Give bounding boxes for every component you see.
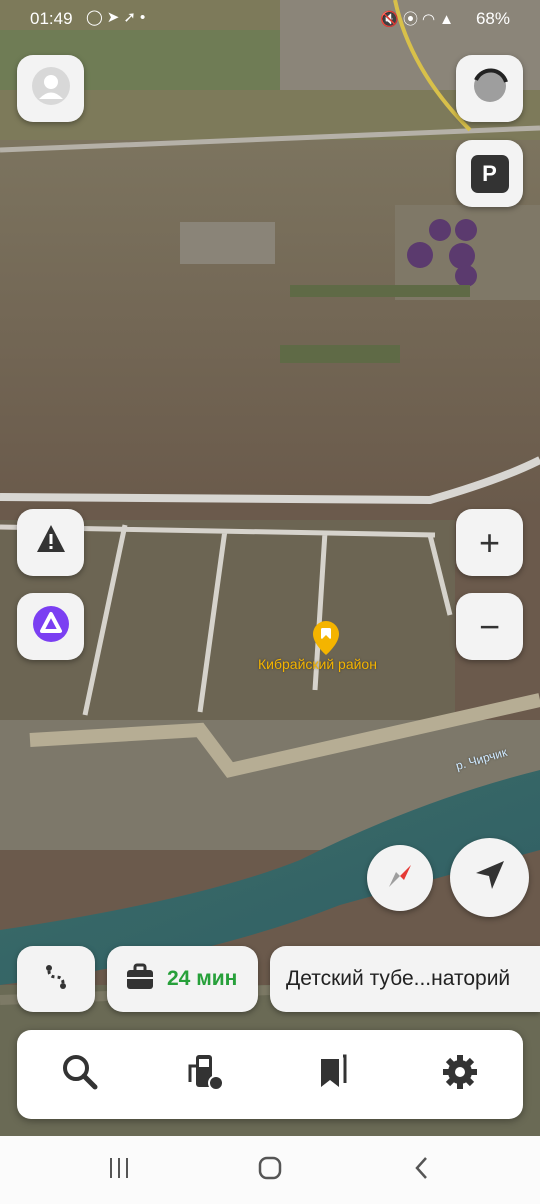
recents-icon <box>106 1156 132 1185</box>
alice-assistant-button[interactable] <box>17 593 84 660</box>
zoom-out-label: − <box>478 605 501 647</box>
system-nav-bar <box>0 1136 540 1204</box>
back-icon <box>411 1155 433 1186</box>
travel-time-button[interactable]: 24 мин <box>107 946 258 1012</box>
bottom-toolbar <box>17 1030 523 1119</box>
alert-icon <box>33 522 69 563</box>
dot-icon: • <box>139 9 150 26</box>
zoom-in-button[interactable]: + <box>456 509 523 576</box>
bookmarks-icon <box>315 1053 351 1096</box>
route-button[interactable] <box>17 946 95 1012</box>
search-tab[interactable] <box>17 1030 143 1119</box>
briefcase-icon <box>125 963 155 996</box>
road-alert-button[interactable] <box>17 509 84 576</box>
settings-icon <box>440 1052 480 1097</box>
gas-station-tab[interactable] <box>143 1030 269 1119</box>
home-icon <box>257 1155 283 1186</box>
alice-icon <box>31 604 71 649</box>
parking-button[interactable]: P <box>456 140 523 207</box>
route-icon <box>40 961 72 998</box>
location-arrow-icon: ➚ <box>123 9 140 26</box>
map-tank-4 <box>449 243 475 269</box>
telegram-icon: ➤ <box>106 9 124 26</box>
back-button[interactable] <box>392 1154 452 1186</box>
settings-tab[interactable] <box>397 1030 523 1119</box>
whatsapp-icon: ◯ <box>86 9 107 26</box>
recents-button[interactable] <box>89 1154 149 1186</box>
gas-station-icon <box>184 1052 228 1097</box>
home-button[interactable] <box>240 1154 300 1186</box>
signal-icon: ▲ <box>439 11 458 28</box>
compass-button[interactable] <box>367 845 433 911</box>
bookmarks-tab[interactable] <box>270 1030 396 1119</box>
status-time: 01:49 <box>30 9 73 28</box>
zoom-in-label: + <box>478 521 501 563</box>
profile-button[interactable] <box>17 55 84 122</box>
map-tank-2 <box>455 219 477 241</box>
wifi-icon: ◠ <box>422 11 440 28</box>
my-location-button[interactable] <box>450 838 529 917</box>
avatar-icon <box>31 66 71 111</box>
compass-icon <box>383 859 417 898</box>
district-label: Кибрайский район <box>258 656 377 672</box>
zoom-out-button[interactable]: − <box>456 593 523 660</box>
map-vegetation-1 <box>280 345 400 363</box>
destination-button[interactable]: Детский тубе...наторий <box>270 946 540 1012</box>
map-tank-5 <box>455 265 477 287</box>
battery-level: 68% <box>475 9 510 28</box>
layers-button[interactable] <box>456 55 523 122</box>
navigation-arrow-icon <box>472 857 508 898</box>
map-ponds <box>180 222 275 264</box>
map-tank-1 <box>429 219 451 241</box>
travel-time: 24 мин <box>167 967 238 990</box>
status-bar: 01:49 ◯➤➚• 🔇⦿◠▲ 68% <box>0 0 540 36</box>
destination-name: Детский тубе...наторий <box>286 967 511 990</box>
map-vegetation-2 <box>290 285 470 297</box>
map-tank-3 <box>407 242 433 268</box>
parking-label: P <box>482 160 497 186</box>
search-icon <box>60 1052 100 1097</box>
mute-icon: 🔇 <box>380 11 404 28</box>
location-icon: ⦿ <box>403 11 423 28</box>
layers-icon <box>470 66 510 111</box>
map-pin-icon[interactable] <box>313 621 339 655</box>
